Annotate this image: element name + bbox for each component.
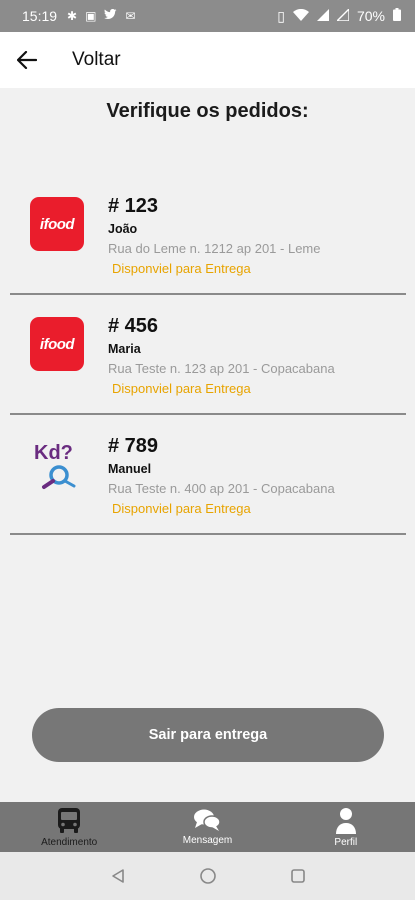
- order-number: # 456: [108, 315, 159, 337]
- system-nav-bar: [0, 852, 415, 900]
- back-button[interactable]: [0, 32, 54, 88]
- svg-text:Kd?: Kd?: [34, 442, 73, 464]
- order-address: Rua Teste n. 400 ap 201 - Copacabana: [108, 481, 335, 496]
- circle-home-icon: [199, 868, 216, 884]
- square-recents-icon: [290, 869, 305, 883]
- order-number: # 123: [108, 195, 159, 217]
- order-item[interactable]: ifood # 123 João Rua do Leme n. 1212 ap …: [10, 175, 406, 295]
- status-right: ▯ 70%: [277, 7, 401, 25]
- wifi-icon: [292, 8, 309, 24]
- arrow-left-icon: [17, 51, 37, 69]
- bus-icon: [58, 808, 81, 833]
- order-status: Disponviel para Entrega: [112, 381, 251, 396]
- order-address: Rua do Leme n. 1212 ap 201 - Leme: [108, 241, 321, 256]
- kd-magnifier-icon: Kd?: [34, 442, 76, 489]
- vibrate-icon: ▯: [277, 7, 285, 24]
- nav-label: Atendimento: [41, 837, 98, 848]
- signal-2-icon: [335, 7, 350, 24]
- app-bar: Voltar: [0, 32, 415, 88]
- page-title: Verifique os pedidos:: [106, 100, 309, 122]
- nav-item-atendimento[interactable]: Atendimento: [0, 802, 138, 852]
- orders-list: ifood # 123 João Rua do Leme n. 1212 ap …: [10, 175, 406, 535]
- order-item[interactable]: ifood # 456 Maria Rua Teste n. 123 ap 20…: [10, 295, 406, 415]
- screen: 15:19 ✱ ▣ ✉ ▯ 70% Voltar Verifique os pe…: [0, 0, 415, 900]
- signal-icon: [316, 8, 329, 24]
- battery-percent: 70%: [356, 8, 385, 24]
- notification-icons: ✱ ▣ ✉: [67, 8, 136, 23]
- ifood-logo: ifood: [30, 197, 84, 251]
- order-item[interactable]: Kd? # 789 Manuel Rua Teste n. 400 ap 201…: [10, 415, 406, 535]
- system-recents-button[interactable]: [284, 862, 312, 890]
- customer-name: Maria: [108, 342, 141, 356]
- status-time: 15:19: [22, 8, 58, 24]
- battery-icon: [393, 8, 401, 24]
- kd-logo: Kd?: [30, 437, 84, 491]
- order-address: Rua Teste n. 123 ap 201 - Copacabana: [108, 361, 335, 376]
- gmail-icon: ✉: [125, 9, 136, 23]
- leave-for-delivery-button[interactable]: Sair para entrega: [32, 708, 384, 762]
- bottom-nav: Atendimento Mensagem Perfil: [0, 802, 415, 852]
- status-bar: 15:19 ✱ ▣ ✉ ▯ 70%: [0, 0, 415, 32]
- order-status: Disponviel para Entrega: [112, 261, 251, 276]
- nav-item-mensagem[interactable]: Mensagem: [138, 802, 276, 852]
- chat-icon: [194, 809, 222, 831]
- ifood-logo: ifood: [30, 317, 84, 371]
- nav-item-perfil[interactable]: Perfil: [277, 802, 415, 852]
- customer-name: Manuel: [108, 462, 152, 476]
- nav-label: Perfil: [334, 837, 358, 848]
- order-number: # 789: [108, 435, 159, 457]
- system-back-button[interactable]: [104, 862, 132, 890]
- back-title[interactable]: Voltar: [72, 49, 121, 71]
- order-status: Disponviel para Entrega: [112, 501, 251, 516]
- bus-notification-icon: ▣: [85, 9, 97, 23]
- system-home-button[interactable]: [194, 862, 222, 890]
- triangle-back-icon: [111, 869, 124, 883]
- customer-name: João: [108, 222, 138, 236]
- nav-label: Mensagem: [182, 835, 233, 846]
- person-icon: [335, 808, 356, 834]
- app-notification-icon: ✱: [67, 9, 78, 23]
- twitter-icon: [104, 8, 117, 23]
